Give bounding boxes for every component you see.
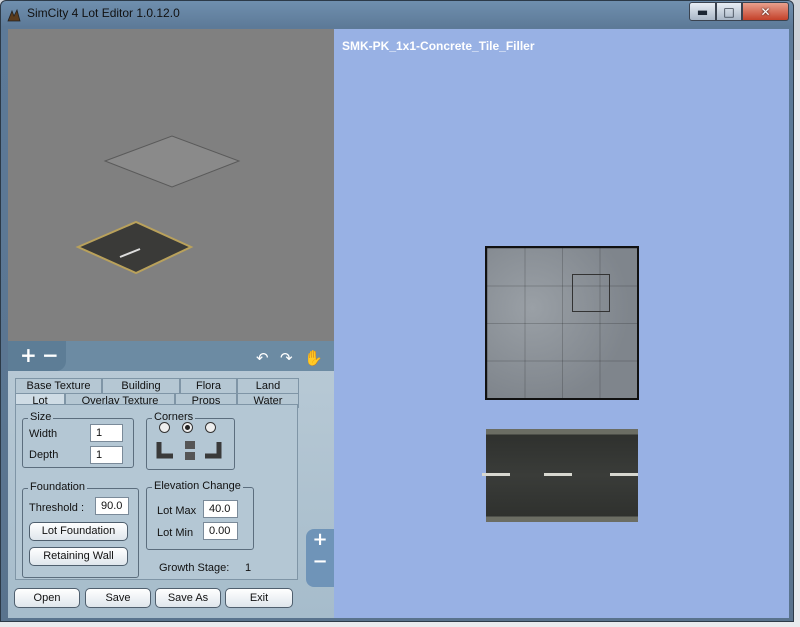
concrete-tile[interactable]	[485, 246, 639, 400]
lot-max-field[interactable]: 40.0	[203, 500, 238, 518]
lot-min-label: Lot Min	[157, 527, 194, 539]
preview-toolbar: + − ↶ ↷ ✋	[8, 341, 334, 371]
growth-stage-value: 1	[245, 562, 252, 574]
size-group-label: Size	[28, 411, 54, 423]
road-dash	[544, 473, 572, 476]
selection-box[interactable]	[572, 274, 610, 312]
tab-building[interactable]: Building	[102, 378, 180, 393]
window-title: SimCity 4 Lot Editor 1.0.12.0	[27, 6, 180, 20]
size-group: Size Width 1 Depth 1	[22, 411, 134, 468]
corner-shapes-icon	[156, 441, 222, 460]
lot-min-field[interactable]: 0.00	[203, 522, 238, 540]
zoom-out-button[interactable]: −	[42, 345, 59, 365]
rotate-left-icon[interactable]: ↶	[256, 349, 269, 367]
save-as-button[interactable]: Save As	[155, 588, 221, 608]
pan-hand-icon[interactable]: ✋	[304, 349, 323, 367]
foundation-group: Foundation Threshold : 90.0 Lot Foundati…	[22, 481, 139, 578]
editor-zoom-out-button[interactable]: −	[306, 551, 334, 573]
road-dash	[610, 473, 638, 476]
corner-option-right[interactable]	[205, 422, 216, 433]
close-button[interactable]: ✕	[742, 2, 789, 21]
exit-button[interactable]: Exit	[225, 588, 293, 608]
close-icon: ✕	[760, 4, 771, 19]
corner-option-left[interactable]	[159, 422, 170, 433]
lot-foundation-button[interactable]: Lot Foundation	[29, 522, 128, 541]
editor-zoom-in-button[interactable]: +	[306, 529, 334, 551]
tab-base-texture[interactable]: Base Texture	[15, 378, 102, 393]
tab-land[interactable]: Land	[237, 378, 299, 393]
elevation-change-group: Elevation Change Lot Max 40.0 Lot Min 0.…	[146, 480, 254, 550]
road-dash	[482, 473, 510, 476]
maximize-icon: □	[723, 4, 735, 19]
open-button[interactable]: Open	[14, 588, 80, 608]
threshold-label: Threshold :	[29, 502, 85, 514]
depth-field[interactable]: 1	[90, 446, 123, 464]
lot-name: SMK-PK_1x1-Concrete_Tile_Filler	[342, 39, 535, 53]
lot-tab-page: Size Width 1 Depth 1 Corners Foundation …	[15, 404, 298, 580]
preview-render	[75, 135, 241, 275]
lot-editor-view[interactable]: SMK-PK_1x1-Concrete_Tile_Filler	[334, 29, 789, 618]
3d-preview[interactable]	[8, 29, 334, 341]
preview-road-tile	[75, 220, 194, 275]
zoom-in-button[interactable]: +	[20, 345, 37, 365]
depth-label: Depth	[29, 449, 59, 461]
minimize-button[interactable]: ▬	[689, 2, 716, 21]
lot-editor-window: SimCity 4 Lot Editor 1.0.12.0 ▬ □ ✕ + − …	[0, 0, 794, 622]
control-panel: + − ↶ ↷ ✋ Base Texture Building Flora La…	[8, 341, 334, 618]
width-field[interactable]: 1	[90, 424, 123, 442]
minimize-icon: ▬	[696, 4, 709, 19]
growth-stage-label: Growth Stage:	[159, 562, 230, 574]
retaining-wall-button[interactable]: Retaining Wall	[29, 547, 128, 566]
lot-max-label: Lot Max	[157, 505, 197, 517]
save-button[interactable]: Save	[85, 588, 151, 608]
preview-concrete-tile	[103, 135, 241, 188]
maximize-button[interactable]: □	[716, 2, 742, 21]
foundation-group-label: Foundation	[28, 481, 88, 493]
corner-option-center[interactable]	[182, 422, 193, 433]
corners-group: Corners	[146, 411, 235, 470]
tab-flora[interactable]: Flora	[180, 378, 237, 393]
rotate-right-icon[interactable]: ↷	[280, 349, 293, 367]
client-area: + − ↶ ↷ ✋ Base Texture Building Flora La…	[8, 29, 789, 618]
threshold-field[interactable]: 90.0	[95, 497, 129, 515]
editor-zoom-tab: + −	[306, 529, 334, 587]
title-bar[interactable]: SimCity 4 Lot Editor 1.0.12.0 ▬ □ ✕	[1, 1, 793, 29]
app-icon	[7, 8, 21, 22]
width-label: Width	[29, 428, 58, 440]
road-tile[interactable]	[482, 429, 638, 522]
elevation-group-label: Elevation Change	[152, 480, 243, 492]
